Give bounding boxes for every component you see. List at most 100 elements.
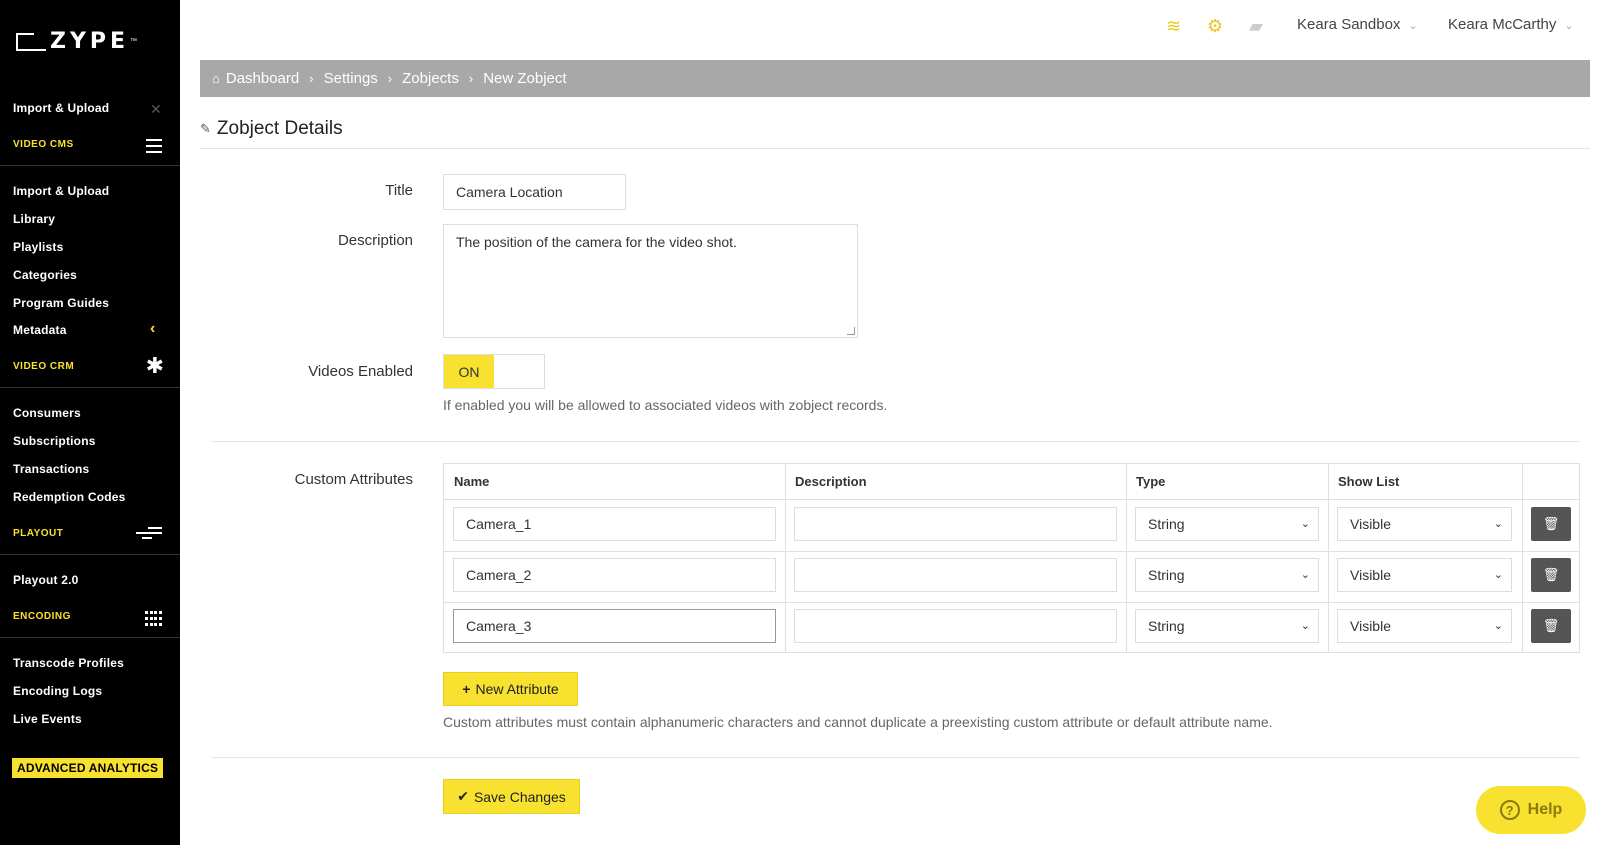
edit-icon: ✎	[200, 121, 211, 136]
save-label: Save Changes	[473, 788, 566, 805]
description-textarea[interactable]: The position of the camera for the video…	[443, 224, 858, 338]
divider	[211, 441, 1580, 442]
sidebar-section-video-crm[interactable]: VIDEO CRM ✱	[0, 348, 180, 388]
section-label: VIDEO CRM	[13, 361, 75, 372]
sidebar-item-consumers[interactable]: Consumers	[13, 406, 81, 420]
logo-mark-icon	[16, 32, 46, 51]
attribute-description-input[interactable]	[794, 558, 1117, 592]
attribute-show-list-select[interactable]: Visible ⌄	[1337, 558, 1512, 592]
videos-enabled-help: If enabled you will be allowed to associ…	[443, 397, 888, 413]
sidebar-item-redemption-codes[interactable]: Redemption Codes	[13, 490, 126, 504]
gears-icon[interactable]: ⚙	[1207, 16, 1223, 37]
chevron-left-icon[interactable]: ‹	[150, 320, 155, 338]
attribute-description-input[interactable]	[794, 609, 1117, 643]
attribute-name-input[interactable]: Camera_3	[453, 609, 776, 643]
logo-tm: ™	[130, 38, 138, 45]
breadcrumb-separator: ›	[468, 71, 474, 86]
sidebar-item-metadata[interactable]: Metadata	[13, 323, 67, 337]
logo-text: ZYPE	[50, 29, 130, 54]
breadcrumb-dashboard[interactable]: Dashboard	[226, 70, 299, 87]
sidebar-item-transcode-profiles[interactable]: Transcode Profiles	[13, 656, 124, 670]
sidebar-section-playout[interactable]: PLAYOUT	[0, 515, 180, 555]
grid-icon	[145, 611, 162, 627]
user-menu[interactable]: Keara McCarthy ⌄	[1448, 16, 1574, 33]
toggle-on-label: ON	[444, 355, 494, 388]
user-name: Keara McCarthy	[1448, 16, 1557, 33]
close-icon[interactable]: ✕	[150, 101, 162, 118]
chevron-down-icon: ⌄	[1300, 518, 1310, 530]
attribute-name-input[interactable]: Camera_1	[453, 507, 776, 541]
chevron-down-icon: ⌄	[1300, 569, 1310, 581]
question-icon: ?	[1499, 800, 1520, 820]
sidebar-item-live-events[interactable]: Live Events	[13, 712, 82, 726]
column-divider	[1522, 464, 1523, 652]
attribute-description-input[interactable]	[794, 507, 1117, 541]
attribute-type-select[interactable]: String ⌄	[1135, 558, 1319, 592]
sidebar-item-library[interactable]: Library	[13, 212, 55, 226]
attribute-name-input[interactable]: Camera_2	[453, 558, 776, 592]
trash-icon: 🗑	[1542, 567, 1560, 582]
attribute-type-select[interactable]: String ⌄	[1135, 609, 1319, 643]
top-bar: ≋ ⚙ ▰ Keara Sandbox ⌄ Keara McCarthy ⌄	[180, 0, 1600, 58]
delete-attribute-button[interactable]: 🗑	[1531, 558, 1571, 592]
new-attribute-button[interactable]: + New Attribute	[443, 672, 578, 706]
column-header-show-list: Show List	[1338, 474, 1400, 489]
breadcrumb-separator: ›	[387, 71, 393, 86]
plus-icon: +	[462, 681, 471, 697]
notifications-icon[interactable]: ▰	[1249, 16, 1263, 37]
sidebar-item-encoding-logs[interactable]: Encoding Logs	[13, 684, 102, 698]
sidebar-item-playlists[interactable]: Playlists	[13, 240, 64, 254]
new-attribute-label: New Attribute	[475, 681, 559, 697]
select-value: Visible	[1350, 618, 1391, 634]
chevron-down-icon: ⌄	[1493, 620, 1503, 632]
breadcrumb-current: New Zobject	[483, 70, 567, 87]
title-label: Title	[385, 182, 413, 199]
sidebar-section-encoding[interactable]: ENCODING	[0, 598, 180, 638]
chevron-down-icon: ⌄	[1564, 20, 1574, 32]
videos-enabled-label: Videos Enabled	[308, 363, 413, 380]
resize-handle-icon[interactable]	[847, 327, 855, 335]
videos-enabled-toggle[interactable]: ON	[443, 354, 545, 389]
select-value: String	[1148, 618, 1185, 634]
save-changes-button[interactable]: ✔ Save Changes	[443, 779, 580, 814]
sidebar-item-playout-2[interactable]: Playout 2.0	[13, 573, 79, 587]
sidebar-item-categories[interactable]: Categories	[13, 268, 77, 282]
breadcrumb-settings[interactable]: Settings	[324, 70, 378, 87]
title-input[interactable]: Camera Location	[443, 174, 626, 210]
attribute-show-list-select[interactable]: Visible ⌄	[1337, 609, 1512, 643]
advanced-analytics-button[interactable]: ADVANCED ANALYTICS	[12, 758, 164, 778]
delete-attribute-button[interactable]: 🗑	[1531, 507, 1571, 541]
row-divider	[444, 499, 1579, 500]
chevron-down-icon: ⌄	[1300, 620, 1310, 632]
sidebar-item-import-upload[interactable]: Import & Upload	[13, 184, 109, 198]
help-label: Help	[1527, 801, 1563, 818]
section-label: ENCODING	[13, 611, 71, 622]
column-header-description: Description	[795, 474, 867, 489]
help-button[interactable]: ? Help	[1476, 786, 1586, 834]
zype-logo[interactable]: ZYPE ™	[16, 29, 137, 54]
attributes-help: Custom attributes must contain alphanume…	[443, 714, 1273, 730]
attribute-type-select[interactable]: String ⌄	[1135, 507, 1319, 541]
trash-icon: 🗑	[1542, 516, 1560, 531]
breadcrumb: ⌂ Dashboard › Settings › Zobjects › New …	[200, 60, 1590, 97]
divider	[211, 757, 1580, 758]
sidebar-section-video-cms[interactable]: VIDEO CMS	[0, 126, 180, 166]
divider	[200, 148, 1590, 149]
layers-icon[interactable]: ≋	[1166, 16, 1181, 37]
sidebar-item-program-guides[interactable]: Program Guides	[13, 296, 109, 310]
description-label: Description	[337, 232, 413, 249]
sidebar-item-import-upload-top[interactable]: Import & Upload	[13, 101, 109, 115]
sidebar-item-transactions[interactable]: Transactions	[13, 462, 89, 476]
account-switcher[interactable]: Keara Sandbox ⌄	[1297, 16, 1418, 33]
delete-attribute-button[interactable]: 🗑	[1531, 609, 1571, 643]
account-name: Keara Sandbox	[1297, 16, 1401, 33]
page-title: ✎ Zobject Details	[200, 118, 343, 140]
chevron-down-icon: ⌄	[1493, 518, 1503, 530]
attribute-show-list-select[interactable]: Visible ⌄	[1337, 507, 1512, 541]
description-text: The position of the camera for the video…	[456, 234, 737, 250]
section-label: VIDEO CMS	[13, 139, 74, 150]
home-icon[interactable]: ⌂	[212, 71, 220, 86]
sidebar-item-subscriptions[interactable]: Subscriptions	[13, 434, 96, 448]
breadcrumb-zobjects[interactable]: Zobjects	[402, 70, 459, 87]
hamburger-icon	[146, 139, 162, 157]
